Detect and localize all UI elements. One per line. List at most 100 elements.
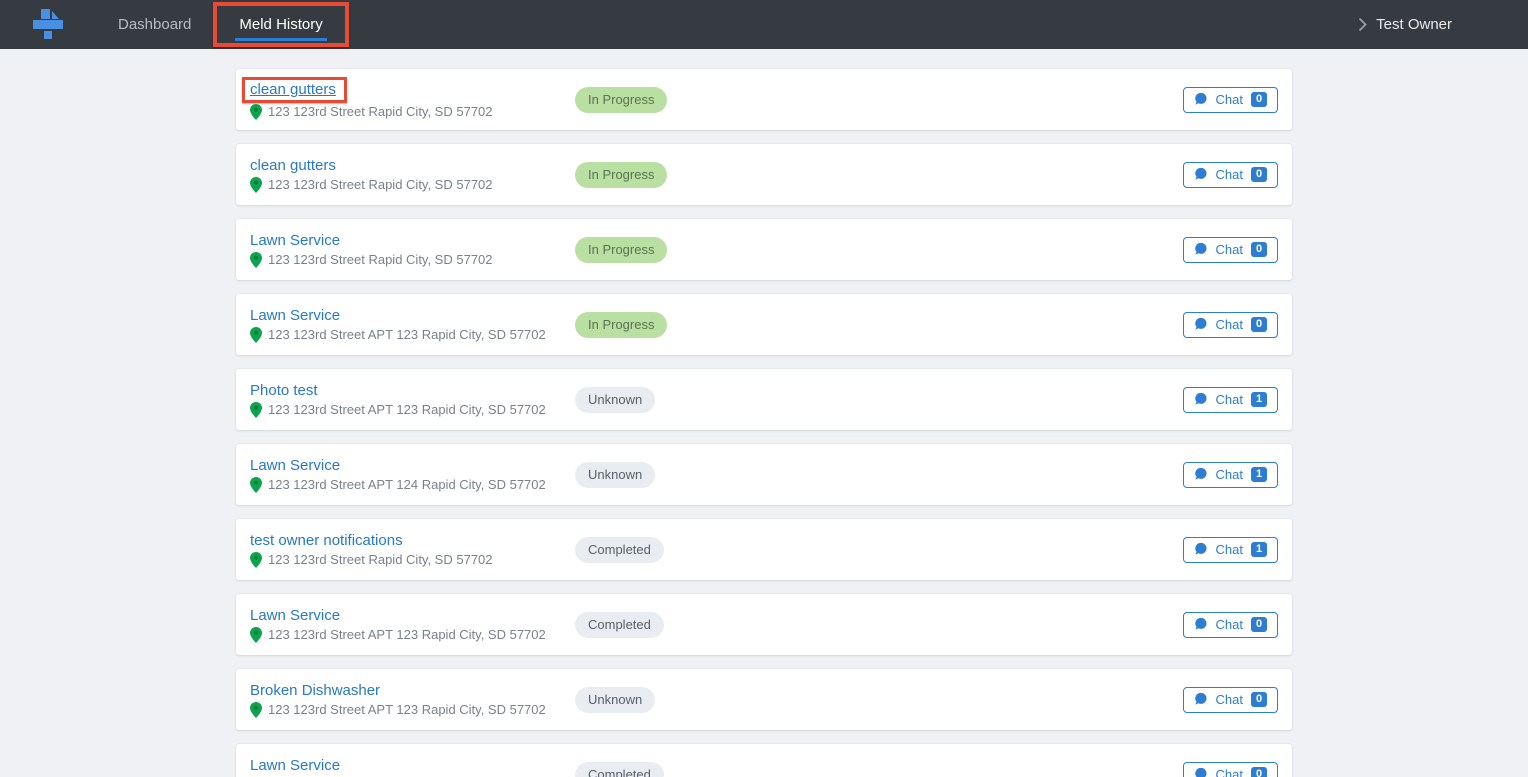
chat-bubble-icon (1194, 167, 1208, 181)
chat-bubble-icon (1194, 617, 1208, 631)
location-pin-icon (250, 702, 262, 718)
active-tab-underline (235, 38, 326, 41)
meld-card: Broken Dishwasher 123 123rd Street APT 1… (236, 669, 1292, 730)
status-column: In Progress (575, 312, 1183, 338)
chat-count-badge: 0 (1251, 167, 1267, 182)
status-column: In Progress (575, 162, 1183, 188)
user-menu[interactable]: Test Owner (1358, 16, 1452, 33)
nav-dashboard[interactable]: Dashboard (96, 0, 213, 49)
meld-address: 123 123rd Street APT 123 Rapid City, SD … (250, 327, 575, 343)
meld-title-link[interactable]: clean gutters (242, 77, 347, 103)
meld-info: Lawn Service 123 123rd Street APT 123 Ra… (250, 307, 575, 343)
meld-info: clean gutters 123 123rd Street Rapid Cit… (250, 157, 575, 193)
location-pin-icon (250, 402, 262, 418)
location-pin-icon (250, 327, 262, 343)
meld-info: clean gutters 123 123rd Street Rapid Cit… (250, 80, 575, 120)
meld-address-text: 123 123rd Street APT 124 Rapid City, SD … (268, 477, 546, 492)
chat-button[interactable]: Chat 0 (1183, 687, 1278, 713)
status-column: Unknown (575, 462, 1183, 488)
chat-button[interactable]: Chat 0 (1183, 162, 1278, 188)
chat-button[interactable]: Chat 1 (1183, 537, 1278, 563)
status-badge: Unknown (575, 687, 655, 713)
user-name: Test Owner (1376, 16, 1452, 33)
nav-meld-history-label: Meld History (239, 16, 322, 33)
meld-card: clean gutters 123 123rd Street Rapid Cit… (236, 69, 1292, 130)
chat-bubble-icon (1194, 692, 1208, 706)
chat-count-badge: 0 (1251, 617, 1267, 632)
meld-title-link[interactable]: Lawn Service (250, 232, 340, 249)
chat-count-badge: 0 (1251, 242, 1267, 257)
meld-address-text: 123 123rd Street APT 123 Rapid City, SD … (268, 627, 546, 642)
chat-bubble-icon (1194, 92, 1208, 106)
meld-address: 123 123rd Street Rapid City, SD 57702 (250, 252, 575, 268)
location-pin-icon (250, 477, 262, 493)
primary-nav: Dashboard Meld History (96, 0, 349, 49)
chat-count-badge: 0 (1251, 767, 1267, 777)
meld-address-text: 123 123rd Street APT 123 Rapid City, SD … (268, 327, 546, 342)
property-meld-logo[interactable] (0, 7, 96, 43)
top-navbar: Dashboard Meld History Test Owner (0, 0, 1528, 49)
meld-address-text: 123 123rd Street APT 123 Rapid City, SD … (268, 402, 546, 417)
meld-card: Photo test 123 123rd Street APT 123 Rapi… (236, 369, 1292, 430)
meld-title-link[interactable]: test owner notifications (250, 532, 403, 549)
chat-bubble-icon (1194, 542, 1208, 556)
property-meld-logo-icon (30, 7, 66, 43)
chat-button-label: Chat (1216, 617, 1243, 632)
meld-card: Lawn Service Completed Chat 0 (236, 744, 1292, 777)
chat-count-badge: 1 (1251, 467, 1267, 482)
chat-button[interactable]: Chat 0 (1183, 237, 1278, 263)
meld-title-link[interactable]: Lawn Service (250, 757, 340, 774)
meld-card: clean gutters 123 123rd Street Rapid Cit… (236, 144, 1292, 205)
status-column: Completed (575, 537, 1183, 563)
chat-count-badge: 0 (1251, 692, 1267, 707)
status-column: In Progress (575, 237, 1183, 263)
status-badge: In Progress (575, 162, 667, 188)
meld-title-link[interactable]: Lawn Service (250, 607, 340, 624)
chat-button-label: Chat (1216, 242, 1243, 257)
chat-button-label: Chat (1216, 167, 1243, 182)
meld-title-link[interactable]: Lawn Service (250, 457, 340, 474)
meld-card: Lawn Service 123 123rd Street APT 123 Ra… (236, 594, 1292, 655)
meld-address: 123 123rd Street Rapid City, SD 57702 (250, 104, 575, 120)
status-badge: Completed (575, 612, 664, 638)
chat-bubble-icon (1194, 767, 1208, 777)
status-badge: In Progress (575, 87, 667, 113)
meld-card: test owner notifications 123 123rd Stree… (236, 519, 1292, 580)
meld-info: Lawn Service (250, 757, 575, 777)
status-badge: In Progress (575, 312, 667, 338)
chat-button-label: Chat (1216, 767, 1243, 777)
chevron-right-icon (1358, 17, 1367, 32)
chat-button-label: Chat (1216, 92, 1243, 107)
chat-button[interactable]: Chat 1 (1183, 387, 1278, 413)
chat-button-label: Chat (1216, 542, 1243, 557)
chat-count-badge: 0 (1251, 317, 1267, 332)
status-column: Completed (575, 762, 1183, 777)
location-pin-icon (250, 252, 262, 268)
status-badge: Completed (575, 762, 664, 777)
chat-button[interactable]: Chat 0 (1183, 87, 1278, 113)
meld-info: Lawn Service 123 123rd Street APT 123 Ra… (250, 607, 575, 643)
chat-button[interactable]: Chat 0 (1183, 612, 1278, 638)
chat-bubble-icon (1194, 317, 1208, 331)
location-pin-icon (250, 627, 262, 643)
chat-bubble-icon (1194, 392, 1208, 406)
chat-button[interactable]: Chat 0 (1183, 762, 1278, 777)
meld-address-text: 123 123rd Street Rapid City, SD 57702 (268, 177, 493, 192)
status-column: Unknown (575, 387, 1183, 413)
location-pin-icon (250, 104, 262, 120)
meld-title-link[interactable]: Lawn Service (250, 307, 340, 324)
meld-address: 123 123rd Street APT 123 Rapid City, SD … (250, 627, 575, 643)
chat-button[interactable]: Chat 0 (1183, 312, 1278, 338)
chat-button[interactable]: Chat 1 (1183, 462, 1278, 488)
meld-info: Broken Dishwasher 123 123rd Street APT 1… (250, 682, 575, 718)
chat-button-label: Chat (1216, 467, 1243, 482)
meld-title-link[interactable]: Photo test (250, 382, 318, 399)
status-badge: Unknown (575, 387, 655, 413)
meld-title-link[interactable]: clean gutters (250, 157, 336, 174)
status-column: Unknown (575, 687, 1183, 713)
nav-meld-history[interactable]: Meld History (213, 2, 348, 47)
status-column: Completed (575, 612, 1183, 638)
chat-bubble-icon (1194, 467, 1208, 481)
status-badge: Completed (575, 537, 664, 563)
meld-title-link[interactable]: Broken Dishwasher (250, 682, 380, 699)
